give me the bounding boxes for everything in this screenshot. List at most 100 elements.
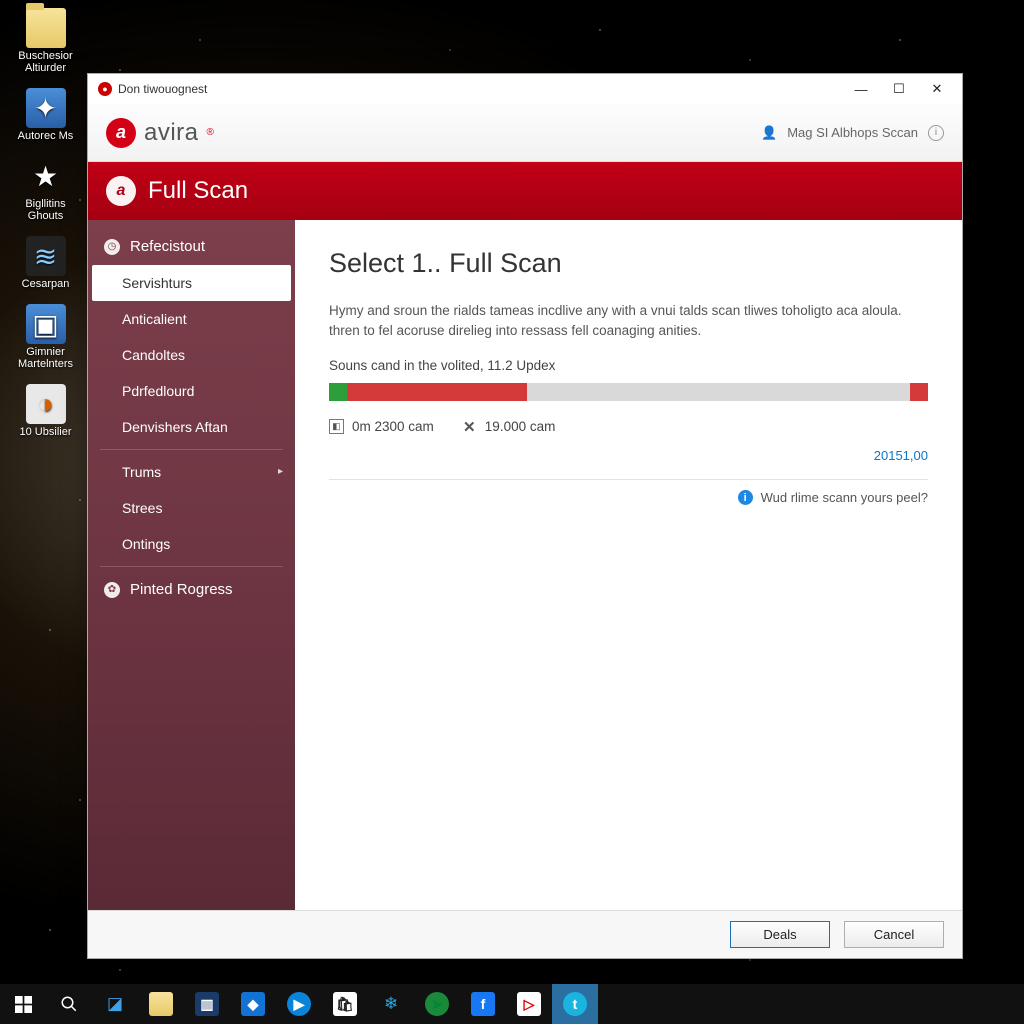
close-icon: ✕	[462, 419, 477, 434]
app-icon: t	[563, 992, 587, 1016]
sidebar-item-candoltes[interactable]: Candoltes	[88, 337, 295, 373]
app-icon: ▣	[26, 304, 66, 344]
gear-icon: ✿	[104, 582, 120, 598]
desktop-icon-label: Bigllitins Ghouts	[8, 198, 83, 222]
chevron-right-icon: ▸	[278, 466, 283, 477]
close-button[interactable]: ✕	[918, 75, 956, 103]
taskbar-app[interactable]: ▥	[184, 984, 230, 1024]
divider	[329, 479, 928, 480]
app-icon: ✦	[26, 88, 66, 128]
taskbar-app[interactable]: ▶	[276, 984, 322, 1024]
taskbar-search[interactable]	[46, 984, 92, 1024]
taskbar-app[interactable]: ◆	[230, 984, 276, 1024]
taskbar-task-view[interactable]: ◪	[92, 984, 138, 1024]
windows-icon	[15, 996, 32, 1013]
sidebar-section-head[interactable]: ✿ Pinted Rogress	[88, 571, 295, 608]
divider	[100, 449, 283, 450]
info-icon: i	[738, 490, 753, 505]
page-header-band: a Full Scan	[88, 162, 962, 220]
avira-logo-icon: a	[106, 118, 136, 148]
header-right-text: Mag SI Albhops Sccan	[787, 125, 918, 140]
desktop-icon[interactable]: ≋ Cesarpan	[8, 236, 83, 290]
taskbar: ◪ ▥ ◆ ▶ 🛍 ❄ ➤ f ▷ t	[0, 984, 1024, 1024]
desktop-icon-label: Buschesior Altiurder	[8, 50, 83, 74]
content-description: Hymy and sroun the rialds tameas incdliv…	[329, 301, 928, 340]
app-icon: ➤	[425, 992, 449, 1016]
stat-files: ✕ 19.000 cam	[462, 419, 556, 434]
app-icon: ❄	[384, 994, 398, 1014]
taskview-icon: ◪	[107, 994, 123, 1014]
sidebar-item-pdrfedlourd[interactable]: Pdrfedlourd	[88, 373, 295, 409]
app-icon: ●	[98, 82, 112, 96]
folder-icon	[26, 8, 66, 48]
taskbar-store[interactable]: 🛍	[322, 984, 368, 1024]
desktop-icon-label: Autorec Ms	[8, 130, 83, 142]
app-icon: ★	[26, 156, 66, 196]
desktop-icon[interactable]: ◑ 10 Ubsilier	[8, 384, 83, 438]
sidebar-item-anticalient[interactable]: Anticalient	[88, 301, 295, 337]
stat-elapsed: ◧ 0m 2300 cam	[329, 419, 434, 434]
scan-progress-bar	[329, 383, 928, 401]
desktop-icons: Buschesior Altiurder ✦ Autorec Ms ★ Bigl…	[8, 8, 83, 452]
folder-icon	[149, 992, 173, 1016]
clock-icon: ◷	[104, 239, 120, 255]
page-title: Full Scan	[148, 177, 248, 205]
minimize-button[interactable]: —	[842, 75, 880, 103]
app-icon: ▥	[195, 992, 219, 1016]
taskbar-app[interactable]: ➤	[414, 984, 460, 1024]
content-subline: Souns cand in the volited, 11.2 Updex	[329, 358, 928, 373]
stat-value: 19.000 cam	[485, 419, 556, 434]
desktop: Buschesior Altiurder ✦ Autorec Ms ★ Bigl…	[0, 0, 1024, 1024]
cancel-button[interactable]: Cancel	[844, 921, 944, 948]
scan-icon: a	[106, 176, 136, 206]
desktop-icon[interactable]: Buschesior Altiurder	[8, 8, 83, 74]
right-link[interactable]: 20151,00	[329, 448, 928, 463]
taskbar-explorer[interactable]	[138, 984, 184, 1024]
sidebar: ◷ Refecistout Servishturs Anticalient Ca…	[88, 220, 295, 910]
sidebar-item-trums[interactable]: Trums▸	[88, 454, 295, 490]
brand-bar: a avira® 👤 Mag SI Albhops Sccan i	[88, 104, 962, 162]
maximize-button[interactable]: ☐	[880, 75, 918, 103]
main-content: Select 1.. Full Scan Hymy and sroun the …	[295, 220, 962, 910]
stat-value: 0m 2300 cam	[352, 419, 434, 434]
sidebar-item-denvishers[interactable]: Denvishers Aftan	[88, 409, 295, 445]
deals-button[interactable]: Deals	[730, 921, 830, 948]
taskbar-app-active[interactable]: t	[552, 984, 598, 1024]
sidebar-item-servishturs[interactable]: Servishturs	[92, 265, 291, 301]
desktop-icon[interactable]: ✦ Autorec Ms	[8, 88, 83, 142]
desktop-icon[interactable]: ▣ Gimnier Martelnters	[8, 304, 83, 370]
app-icon: ▶	[287, 992, 311, 1016]
desktop-icon-label: Cesarpan	[8, 278, 83, 290]
desktop-icon-label: Gimnier Martelnters	[8, 346, 83, 370]
info-icon[interactable]: i	[928, 125, 944, 141]
window-title: Don tiwouognest	[118, 82, 207, 96]
desktop-icon[interactable]: ★ Bigllitins Ghouts	[8, 156, 83, 222]
sidebar-section-head[interactable]: ◷ Refecistout	[88, 228, 295, 265]
brand-logo: a avira®	[106, 118, 214, 148]
sidebar-item-ontings[interactable]: Ontings	[88, 526, 295, 562]
search-icon	[60, 995, 78, 1013]
titlebar[interactable]: ● Don tiwouognest — ☐ ✕	[88, 74, 962, 104]
facebook-icon: f	[471, 992, 495, 1016]
app-icon: ◑	[26, 384, 66, 424]
header-right: 👤 Mag SI Albhops Sccan i	[761, 125, 944, 141]
sidebar-section-label: Refecistout	[130, 238, 205, 255]
stats-row: ◧ 0m 2300 cam ✕ 19.000 cam	[329, 419, 928, 434]
desktop-icon-label: 10 Ubsilier	[8, 426, 83, 438]
app-icon: ◆	[241, 992, 265, 1016]
app-window: ● Don tiwouognest — ☐ ✕ a avira® 👤 Mag S…	[87, 73, 963, 959]
footer-bar: Deals Cancel	[88, 910, 962, 958]
taskbar-facebook[interactable]: f	[460, 984, 506, 1024]
sidebar-item-strees[interactable]: Strees	[88, 490, 295, 526]
start-button[interactable]	[0, 984, 46, 1024]
divider	[100, 566, 283, 567]
help-text[interactable]: Wud rlime scann yours peel?	[761, 490, 928, 505]
taskbar-app[interactable]: ▷	[506, 984, 552, 1024]
content-heading: Select 1.. Full Scan	[329, 248, 928, 279]
taskbar-app[interactable]: ❄	[368, 984, 414, 1024]
sidebar-section-label: Pinted Rogress	[130, 581, 233, 598]
help-line: i Wud rlime scann yours peel?	[329, 490, 928, 505]
brand-name: avira	[144, 119, 199, 147]
user-icon: 👤	[761, 125, 777, 141]
disk-icon: ◧	[329, 419, 344, 434]
